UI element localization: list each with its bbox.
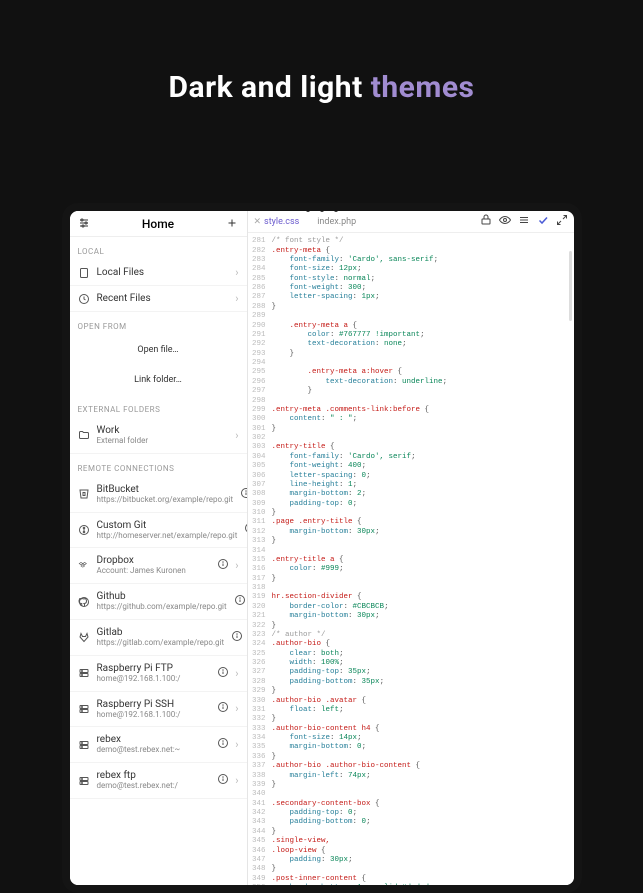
external-item-label: WorkExternal folder xyxy=(97,425,229,446)
remote-item-label: Raspberry Pi FTPhome@192.168.1.100:/ xyxy=(97,663,211,684)
server-icon xyxy=(78,703,90,715)
headline-prefix: Dark and light xyxy=(169,70,371,105)
toolbar-actions xyxy=(480,214,568,229)
section-openfrom-label: OPEN FROM xyxy=(70,312,247,335)
remote-item-label: rebexdemo@test.rebex.net:~ xyxy=(97,734,211,755)
expand-icon[interactable] xyxy=(556,214,568,229)
info-icon[interactable] xyxy=(234,594,246,609)
section-local-label: LOCAL xyxy=(70,237,247,260)
remote-item-label: Raspberry Pi SSHhome@192.168.1.100:/ xyxy=(97,699,211,720)
chevron-right-icon: › xyxy=(235,738,238,751)
info-icon[interactable] xyxy=(217,737,229,752)
ipad-frame: Home LOCAL Local Files › Recent Files › … xyxy=(62,203,582,893)
headline-accent: themes xyxy=(371,70,475,105)
folder-icon xyxy=(78,429,90,441)
add-connection-icon[interactable] xyxy=(226,214,238,233)
git-icon xyxy=(78,524,90,536)
chevron-right-icon: › xyxy=(235,667,238,680)
github-icon xyxy=(78,596,90,608)
chevron-right-icon: › xyxy=(235,702,238,715)
remote-item-1[interactable]: Custom Githttp://homeserver.net/example/… xyxy=(70,513,247,549)
remote-item-label: Custom Githttp://homeserver.net/example/… xyxy=(97,520,238,541)
dropbox-icon xyxy=(78,560,90,572)
clock-icon xyxy=(78,293,90,305)
remote-item-label: Githubhttps://github.com/example/repo.gi… xyxy=(97,591,227,612)
sidebar-settings-icon[interactable] xyxy=(78,214,90,233)
tab-label: index.php xyxy=(317,217,356,227)
close-tab-icon[interactable]: ✕ xyxy=(254,217,262,227)
remote-item-3[interactable]: Githubhttps://github.com/example/repo.gi… xyxy=(70,584,247,620)
local-item-label: Local Files xyxy=(97,267,229,278)
remote-item-4[interactable]: Gitlabhttps://gitlab.com/example/repo.gi… xyxy=(70,620,247,656)
done-icon[interactable] xyxy=(537,214,549,229)
tab-label: style.css xyxy=(264,217,299,227)
server-icon xyxy=(78,775,90,787)
server-icon xyxy=(78,667,90,679)
local-item-0[interactable]: Local Files › xyxy=(70,260,247,286)
code-editor[interactable]: 281/* font style */282.entry-meta {283 f… xyxy=(248,233,574,885)
tab-bar: ✕ style.css index.php xyxy=(254,217,474,227)
scrollbar-thumb[interactable] xyxy=(569,251,572,321)
external-item-0[interactable]: WorkExternal folder › xyxy=(70,418,247,454)
chevron-right-icon: › xyxy=(235,559,238,572)
local-item-label: Recent Files xyxy=(97,293,229,304)
remote-item-label: BitBuckethttps://bitbucket.org/example/r… xyxy=(97,484,234,505)
sidebar-title: Home xyxy=(142,217,174,231)
remote-item-2[interactable]: DropboxAccount: James Kuronen › xyxy=(70,548,247,584)
chevron-right-icon: › xyxy=(235,774,238,787)
info-icon[interactable] xyxy=(217,558,229,573)
sidebar: Home LOCAL Local Files › Recent Files › … xyxy=(70,211,248,885)
open-file-button[interactable]: Open file… xyxy=(70,335,247,365)
remote-item-0[interactable]: BitBuckethttps://bitbucket.org/example/r… xyxy=(70,477,247,513)
chevron-right-icon: › xyxy=(235,292,238,305)
tablet-icon xyxy=(78,267,90,279)
server-icon xyxy=(78,739,90,751)
info-icon[interactable] xyxy=(217,666,229,681)
remote-item-7[interactable]: rebexdemo@test.rebex.net:~ › xyxy=(70,727,247,763)
tab-style-css[interactable]: ✕ style.css xyxy=(254,217,300,227)
remote-item-5[interactable]: Raspberry Pi FTPhome@192.168.1.100:/ › xyxy=(70,656,247,692)
device-camera-dots xyxy=(292,207,352,213)
chevron-right-icon: › xyxy=(235,266,238,279)
chevron-right-icon: › xyxy=(235,429,238,442)
sidebar-header: Home xyxy=(70,211,247,237)
marketing-headline: Dark and light themes xyxy=(0,0,643,145)
info-icon[interactable] xyxy=(217,773,229,788)
section-external-label: EXTERNAL FOLDERS xyxy=(70,395,247,418)
bitbucket-icon xyxy=(78,488,90,500)
editor-area: ✕ style.css index.php 281/* font style *… xyxy=(248,211,574,885)
section-remote-label: REMOTE CONNECTIONS xyxy=(70,454,247,477)
share-icon[interactable] xyxy=(480,214,492,229)
menu-icon[interactable] xyxy=(518,214,530,229)
remote-item-label: DropboxAccount: James Kuronen xyxy=(97,555,211,576)
link-folder-button[interactable]: Link folder… xyxy=(70,365,247,395)
remote-item-6[interactable]: Raspberry Pi SSHhome@192.168.1.100:/ › xyxy=(70,692,247,728)
info-icon[interactable] xyxy=(231,630,243,645)
gitlab-icon xyxy=(78,631,90,643)
info-icon[interactable] xyxy=(217,701,229,716)
editor-toolbar: ✕ style.css index.php xyxy=(248,211,574,233)
preview-icon[interactable] xyxy=(499,214,511,229)
local-item-1[interactable]: Recent Files › xyxy=(70,286,247,312)
info-icon[interactable] xyxy=(240,487,247,502)
remote-item-label: Gitlabhttps://gitlab.com/example/repo.gi… xyxy=(97,627,225,648)
remote-item-8[interactable]: rebex ftpdemo@test.rebex.net:/ › xyxy=(70,763,247,799)
tab-index-php[interactable]: index.php xyxy=(317,217,356,227)
remote-item-label: rebex ftpdemo@test.rebex.net:/ xyxy=(97,770,211,791)
